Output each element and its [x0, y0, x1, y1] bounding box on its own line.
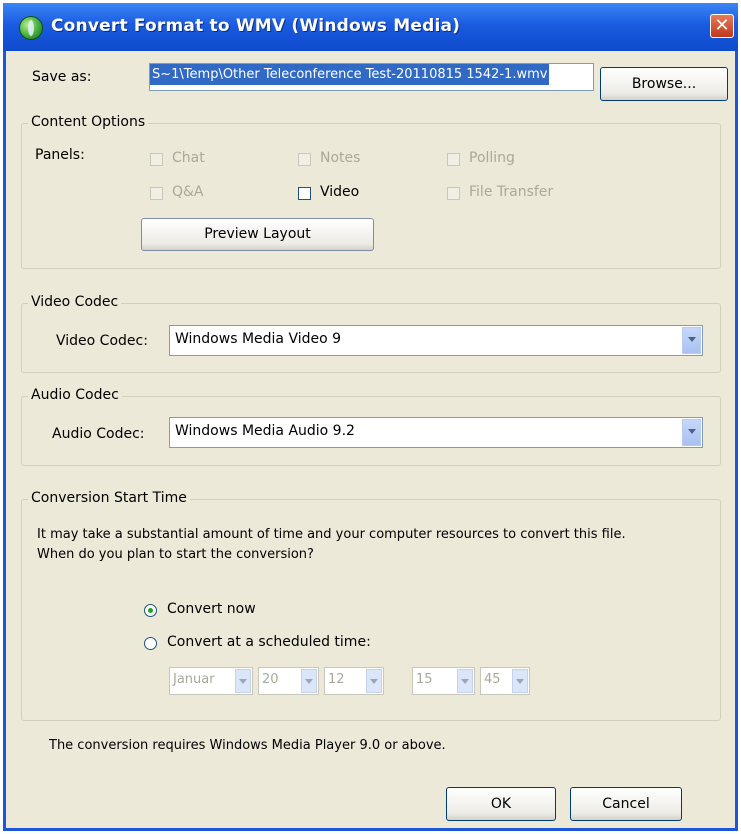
- hour-select[interactable]: 15: [412, 667, 475, 695]
- hour-value: 15: [416, 672, 433, 687]
- video-codec-title: Video Codec: [28, 294, 122, 310]
- chevron-down-icon[interactable]: [301, 669, 317, 693]
- video-label: Video: [320, 184, 360, 200]
- convert-dialog: Convert Format to WMV (Windows Media) ✕ …: [3, 3, 738, 831]
- chevron-down-icon[interactable]: [235, 669, 251, 693]
- chevron-down-icon[interactable]: [682, 327, 701, 354]
- chevron-down-icon[interactable]: [512, 669, 528, 693]
- audio-codec-title: Audio Codec: [28, 387, 122, 403]
- convert-scheduled-label: Convert at a scheduled time:: [167, 634, 371, 650]
- requirement-note: The conversion requires Windows Media Pl…: [49, 738, 446, 753]
- save-path-field[interactable]: S~1\Temp\Other Teleconference Test-20110…: [149, 63, 594, 91]
- panels-label: Panels:: [35, 147, 85, 163]
- video-codec-value: Windows Media Video 9: [175, 331, 342, 347]
- month-select[interactable]: Januar: [169, 667, 253, 695]
- day-select[interactable]: 20: [258, 667, 319, 695]
- convert-now-radio[interactable]: [144, 604, 157, 617]
- notes-checkbox[interactable]: [298, 153, 311, 166]
- video-codec-select[interactable]: Windows Media Video 9: [169, 325, 703, 356]
- convert-now-label: Convert now: [167, 601, 256, 617]
- file-transfer-label: File Transfer: [469, 184, 554, 200]
- audio-codec-value: Windows Media Audio 9.2: [175, 423, 355, 439]
- polling-checkbox[interactable]: [447, 153, 460, 166]
- app-globe-icon: [19, 16, 43, 40]
- chevron-down-icon[interactable]: [682, 419, 701, 446]
- convert-scheduled-radio[interactable]: [144, 637, 157, 650]
- minute-select[interactable]: 45: [480, 667, 530, 695]
- minute-value: 45: [484, 672, 501, 687]
- qa-label: Q&A: [172, 184, 204, 200]
- video-codec-label: Video Codec:: [56, 333, 148, 349]
- browse-button[interactable]: Browse...: [600, 67, 728, 101]
- year-value: 12: [328, 672, 345, 687]
- audio-codec-select[interactable]: Windows Media Audio 9.2: [169, 417, 703, 448]
- chevron-down-icon[interactable]: [366, 669, 382, 693]
- chat-checkbox[interactable]: [150, 153, 163, 166]
- year-select[interactable]: 12: [324, 667, 384, 695]
- file-transfer-checkbox[interactable]: [447, 187, 460, 200]
- window-title: Convert Format to WMV (Windows Media): [51, 16, 461, 36]
- conversion-description-line1: It may take a substantial amount of time…: [37, 527, 626, 542]
- close-button[interactable]: ✕: [710, 14, 734, 38]
- video-checkbox[interactable]: [298, 187, 311, 200]
- conversion-description-line2: When do you plan to start the conversion…: [37, 547, 314, 562]
- qa-checkbox[interactable]: [150, 187, 163, 200]
- audio-codec-label: Audio Codec:: [52, 426, 145, 442]
- chevron-down-icon[interactable]: [457, 669, 473, 693]
- month-value: Januar: [173, 672, 215, 687]
- preview-layout-button[interactable]: Preview Layout: [141, 218, 374, 251]
- title-bar[interactable]: Convert Format to WMV (Windows Media) ✕: [3, 3, 738, 51]
- save-path-value: S~1\Temp\Other Teleconference Test-20110…: [150, 64, 550, 85]
- day-value: 20: [262, 672, 279, 687]
- polling-label: Polling: [469, 150, 515, 166]
- chat-label: Chat: [172, 150, 205, 166]
- save-as-label: Save as:: [32, 69, 92, 85]
- content-options-title: Content Options: [28, 114, 149, 130]
- ok-button[interactable]: OK: [446, 787, 556, 821]
- notes-label: Notes: [320, 150, 361, 166]
- cancel-button[interactable]: Cancel: [570, 787, 682, 821]
- conversion-start-title: Conversion Start Time: [28, 490, 190, 506]
